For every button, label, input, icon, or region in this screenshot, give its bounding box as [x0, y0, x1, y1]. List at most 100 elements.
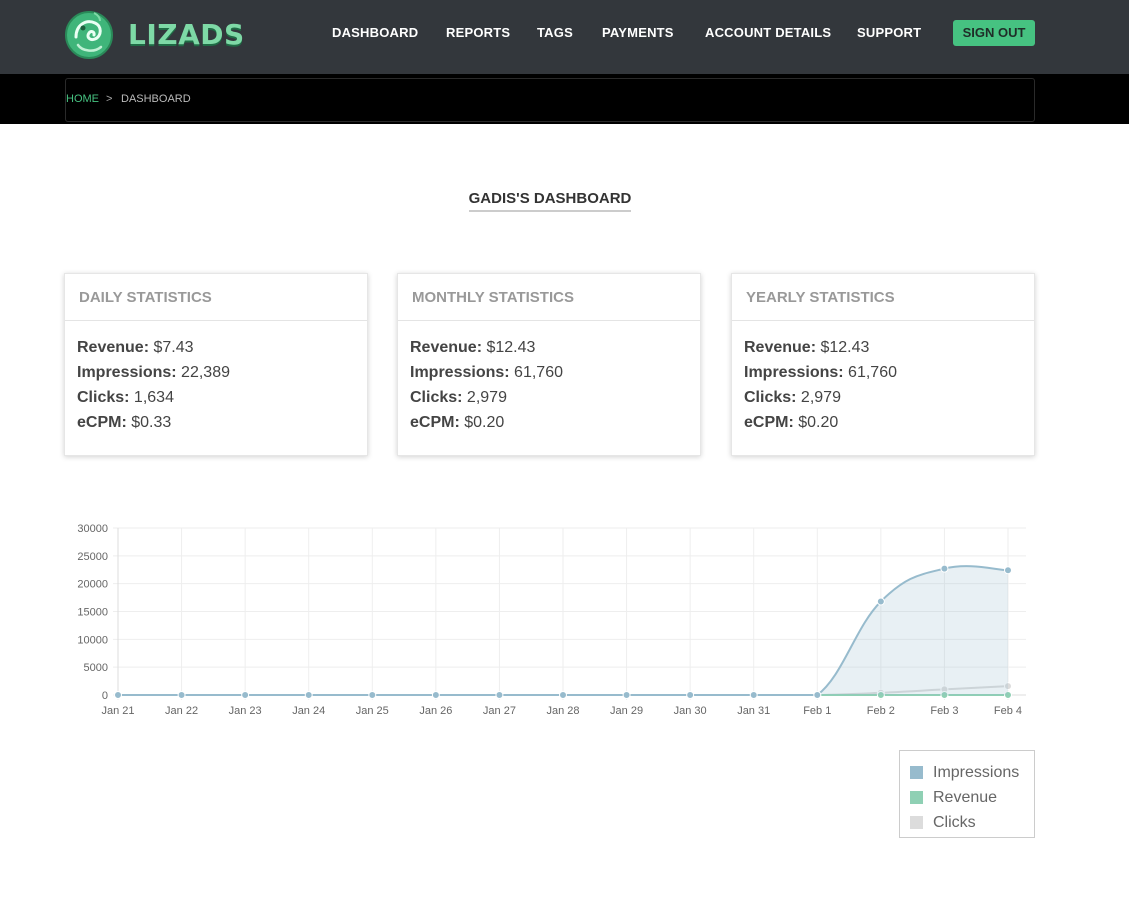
legend-item-revenue: Revenue: [910, 785, 1034, 810]
x-tick-label: Jan 22: [165, 705, 198, 717]
page-title: GADIS'S DASHBOARD: [0, 190, 1100, 212]
monthly-statistics-card: MONTHLY STATISTICS Revenue: $12.43 Impre…: [397, 273, 701, 456]
card-title: DAILY STATISTICS: [65, 274, 367, 321]
data-point-impressions: [559, 691, 567, 699]
stat-label: eCPM:: [410, 414, 460, 431]
data-point-impressions: [1004, 566, 1012, 575]
x-tick-label: Feb 2: [867, 705, 895, 717]
sign-out-button[interactable]: SIGN OUT: [953, 20, 1035, 46]
stat-impressions: Impressions: 61,760: [410, 363, 700, 388]
nav-account-details[interactable]: ACCOUNT DETAILS: [705, 20, 831, 46]
stat-label: Clicks:: [744, 389, 797, 406]
stat-label: Impressions:: [744, 364, 844, 381]
y-tick-label: 10000: [77, 634, 108, 646]
legend-swatch: [910, 766, 923, 779]
stat-revenue: Revenue: $7.43: [77, 338, 367, 363]
legend-swatch: [910, 791, 923, 804]
stat-label: eCPM:: [77, 414, 127, 431]
card-body: Revenue: $12.43 Impressions: 61,760 Clic…: [732, 321, 1034, 438]
stat-value: $0.20: [798, 414, 839, 431]
stat-value: 2,979: [800, 389, 841, 406]
stat-value: $0.33: [131, 414, 172, 431]
data-point-impressions: [940, 564, 949, 573]
stat-value: 61,760: [514, 364, 563, 381]
y-tick-label: 20000: [77, 579, 108, 591]
page-title-text: GADIS'S DASHBOARD: [468, 190, 632, 212]
stat-clicks: Clicks: 2,979: [410, 388, 700, 413]
card-title: YEARLY STATISTICS: [732, 274, 1034, 321]
stat-ecpm: eCPM: $0.20: [744, 413, 1034, 438]
legend-label: Impressions: [933, 763, 1020, 781]
x-tick-label: Jan 29: [610, 705, 643, 717]
stat-impressions: Impressions: 22,389: [77, 363, 367, 388]
stat-value: $7.43: [153, 339, 194, 356]
nav-dashboard[interactable]: DASHBOARD: [332, 20, 418, 46]
top-navbar: LIZADS DASHBOARD REPORTS TAGS PAYMENTS A…: [0, 0, 1129, 74]
x-tick-label: Jan 24: [292, 705, 325, 717]
daily-statistics-card: DAILY STATISTICS Revenue: $7.43 Impressi…: [64, 273, 368, 456]
nav-reports[interactable]: REPORTS: [446, 20, 510, 46]
yearly-statistics-card: YEARLY STATISTICS Revenue: $12.43 Impres…: [731, 273, 1035, 456]
stat-value: 22,389: [181, 364, 230, 381]
data-point-impressions: [813, 691, 822, 699]
chart-legend: Impressions Revenue Clicks: [899, 750, 1035, 838]
data-point-impressions: [876, 597, 885, 606]
stat-revenue: Revenue: $12.43: [744, 338, 1034, 363]
stat-value: 2,979: [466, 389, 507, 406]
chameleon-logo-icon: [65, 11, 113, 59]
card-body: Revenue: $12.43 Impressions: 61,760 Clic…: [398, 321, 700, 438]
stat-label: Revenue:: [410, 339, 483, 356]
breadcrumb-bar: HOME > DASHBOARD: [0, 74, 1129, 124]
stat-label: Revenue:: [77, 339, 150, 356]
stat-value: $12.43: [820, 339, 870, 356]
y-tick-label: 25000: [77, 551, 108, 563]
breadcrumb-home-link[interactable]: HOME: [66, 93, 99, 105]
legend-item-impressions: Impressions: [910, 760, 1034, 785]
nav-support[interactable]: SUPPORT: [857, 20, 921, 46]
data-point-impressions: [686, 691, 695, 699]
data-point-impressions: [304, 691, 313, 699]
y-tick-label: 0: [102, 690, 108, 702]
legend-item-clicks: Clicks: [910, 810, 1034, 835]
x-tick-label: Jan 26: [419, 705, 452, 717]
y-tick-label: 5000: [84, 662, 108, 674]
stat-label: Clicks:: [410, 389, 463, 406]
stat-ecpm: eCPM: $0.20: [410, 413, 700, 438]
breadcrumb-current: DASHBOARD: [121, 93, 191, 105]
stat-clicks: Clicks: 1,634: [77, 388, 367, 413]
x-tick-label: Feb 3: [930, 705, 958, 717]
stat-label: eCPM:: [744, 414, 794, 431]
stat-value: $12.43: [486, 339, 536, 356]
data-point-impressions: [114, 691, 122, 699]
stats-chart: 0 5000 10000 15000 20000 25000 30000 Jan 21 Jan …: [60, 515, 1040, 720]
stat-value: 1,634: [133, 389, 174, 406]
stat-label: Impressions:: [77, 364, 177, 381]
nav-tags[interactable]: TAGS: [537, 20, 573, 46]
card-title: MONTHLY STATISTICS: [398, 274, 700, 321]
legend-label: Revenue: [933, 788, 998, 806]
data-point-impressions: [749, 691, 758, 699]
x-tick-label: Jan 27: [483, 705, 516, 717]
stat-label: Clicks:: [77, 389, 130, 406]
x-tick-label: Jan 31: [737, 705, 770, 717]
x-tick-label: Jan 30: [674, 705, 707, 717]
stat-value: $0.20: [464, 414, 505, 431]
card-body: Revenue: $7.43 Impressions: 22,389 Click…: [65, 321, 367, 438]
stat-label: Impressions:: [410, 364, 510, 381]
legend-swatch: [910, 816, 923, 829]
data-point-impressions: [177, 691, 186, 699]
stat-revenue: Revenue: $12.43: [410, 338, 700, 363]
brand-logo[interactable]: LIZADS: [64, 7, 245, 61]
stat-value: 61,760: [848, 364, 897, 381]
breadcrumb-separator: >: [106, 93, 113, 105]
legend-label: Clicks: [933, 813, 976, 831]
nav-payments[interactable]: PAYMENTS: [602, 20, 674, 46]
y-tick-label: 15000: [77, 607, 108, 619]
x-tick-label: Jan 21: [101, 705, 134, 717]
x-tick-label: Feb 4: [994, 705, 1022, 717]
data-point-impressions: [431, 691, 440, 699]
data-point-impressions: [622, 691, 631, 699]
breadcrumb: [65, 78, 1035, 122]
x-tick-label: Jan 23: [229, 705, 262, 717]
y-tick-label: 30000: [77, 523, 108, 535]
